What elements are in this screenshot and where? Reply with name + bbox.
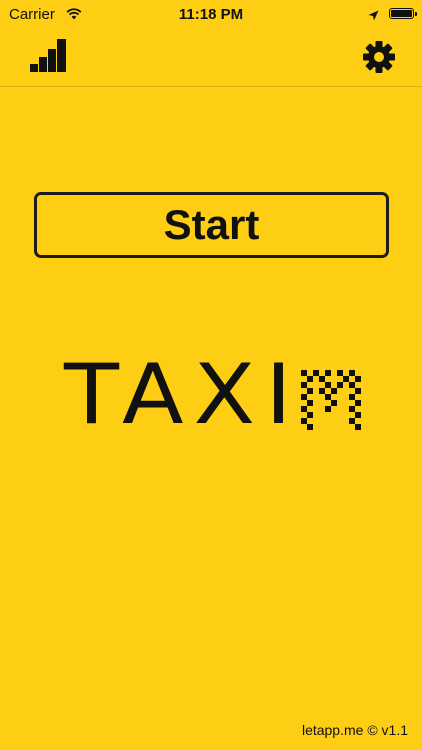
checkered-m-icon <box>301 370 361 430</box>
status-bar: Carrier 11:18 PM <box>0 0 422 30</box>
start-button[interactable]: Start <box>34 192 389 258</box>
bar-chart-icon <box>30 39 66 72</box>
navigation-bar <box>0 30 422 87</box>
gear-icon <box>363 41 395 73</box>
statistics-button[interactable] <box>28 36 68 76</box>
location-arrow-icon <box>368 8 379 25</box>
clock: 11:18 PM <box>178 6 244 23</box>
logo-text: TAXI <box>64 346 302 444</box>
settings-button[interactable] <box>360 38 398 76</box>
battery-icon <box>389 8 417 19</box>
footer-credits: letapp.me © v1.1 <box>301 722 408 738</box>
taxi-logo: TAXI <box>64 354 364 440</box>
